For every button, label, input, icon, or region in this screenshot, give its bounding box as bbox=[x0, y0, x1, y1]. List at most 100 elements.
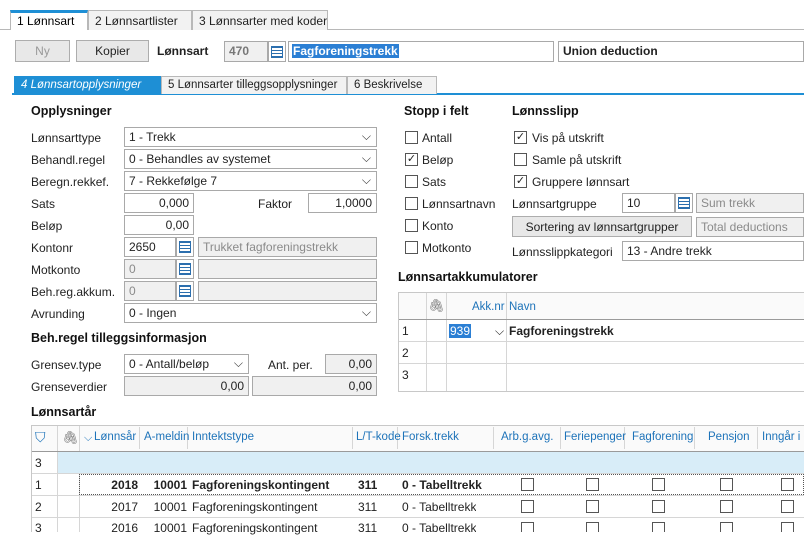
grense2-field[interactable]: 0,00 bbox=[252, 376, 377, 396]
navn-header[interactable]: Navn bbox=[509, 301, 536, 313]
grense1-field[interactable]: 0,00 bbox=[124, 376, 249, 396]
inntektstype-cell[interactable]: Fagforeningskontingent bbox=[192, 500, 352, 514]
stopp-antall-label: Antall bbox=[422, 131, 453, 145]
kontonr-field[interactable]: 2650 bbox=[124, 237, 176, 257]
kontonr-lookup-button[interactable] bbox=[176, 237, 194, 257]
header-feriepenger[interactable]: Feriepenger bbox=[564, 427, 626, 449]
lt-kode-cell[interactable]: 311 bbox=[358, 500, 377, 514]
inngar-checkbox[interactable] bbox=[781, 478, 794, 491]
header-inngar[interactable]: Inngår i g bbox=[762, 427, 804, 449]
list-icon bbox=[678, 197, 690, 209]
header-fagforening[interactable]: Fagforening bbox=[632, 427, 695, 449]
motkonto-field[interactable]: 0 bbox=[124, 259, 176, 279]
stopp-motkonto-checkbox[interactable] bbox=[405, 241, 418, 254]
lonnsart-number-field: 470 bbox=[224, 41, 268, 62]
inngar-checkbox[interactable] bbox=[781, 500, 794, 513]
header-arb-g-avg[interactable]: Arb.g.avg. bbox=[501, 427, 561, 449]
header-a-melding[interactable]: A-meldin bbox=[144, 427, 189, 449]
inntektstype-cell[interactable]: Fagforeningskontingent bbox=[192, 521, 352, 535]
header-lonnsar[interactable]: Lønnsår bbox=[94, 427, 140, 449]
feriepenger-checkbox[interactable] bbox=[586, 500, 599, 513]
behandl-value: 0 - Behandles av systemet bbox=[129, 152, 271, 166]
gruppe-field[interactable]: 10 bbox=[622, 193, 675, 213]
a-melding-cell[interactable]: 10001 bbox=[144, 478, 187, 492]
inngar-checkbox[interactable] bbox=[781, 522, 794, 532]
tab-lonnsart[interactable]: 1 Lønnsart bbox=[10, 10, 88, 30]
stopp-lonnsartnavn-checkbox[interactable] bbox=[405, 197, 418, 210]
tab-lonnsarter-tilleggsopplysninger[interactable]: 5 Lønnsarter tilleggsopplysninger bbox=[161, 76, 347, 94]
gruppere-checkbox[interactable]: ✓ bbox=[514, 175, 527, 188]
row-divider bbox=[32, 517, 804, 518]
feriepenger-checkbox[interactable] bbox=[586, 522, 599, 532]
forsk-trekk-cell[interactable]: 0 - Tabelltrekk bbox=[402, 478, 482, 492]
behreg-lookup-button[interactable] bbox=[176, 281, 194, 301]
forsk-trekk-cell[interactable]: 0 - Tabelltrekk bbox=[402, 500, 476, 514]
akk-nr-header[interactable]: Akk.nr bbox=[472, 301, 505, 313]
lonnsarttype-select[interactable]: 1 - Trekk ⌵ bbox=[124, 127, 377, 147]
stopp-konto-checkbox[interactable] bbox=[405, 219, 418, 232]
lonnsar-cell[interactable]: 2018 bbox=[94, 478, 138, 492]
stopp-motkonto-label: Motkonto bbox=[422, 241, 472, 255]
pensjon-checkbox[interactable] bbox=[720, 478, 733, 491]
header-forsk-trekk[interactable]: Forsk.trekk bbox=[402, 427, 494, 449]
header-lt-kode[interactable]: L/T-kode bbox=[356, 427, 401, 449]
sats-label: Sats bbox=[31, 197, 56, 211]
vis-checkbox[interactable]: ✓ bbox=[514, 131, 527, 144]
antper-field[interactable]: 0,00 bbox=[325, 354, 377, 374]
samle-checkbox[interactable] bbox=[514, 153, 527, 166]
filter-icon[interactable]: ⛉ bbox=[35, 429, 46, 446]
grensev-select[interactable]: 0 - Antall/beløp ⌵ bbox=[124, 354, 249, 374]
stopp-belop-checkbox[interactable]: ✓ bbox=[405, 153, 418, 166]
beregn-select[interactable]: 7 - Rekkefølge 7 ⌵ bbox=[124, 171, 377, 191]
sats-field[interactable]: 0,000 bbox=[124, 193, 194, 213]
fagforening-checkbox[interactable] bbox=[652, 500, 665, 513]
copy-button[interactable]: Kopier bbox=[76, 40, 149, 62]
lt-kode-cell[interactable]: 311 bbox=[358, 521, 377, 535]
forsk-trekk-cell[interactable]: 0 - Tabelltrekk bbox=[402, 521, 476, 535]
tillegg-title: Beh.regel tilleggsinformasjon bbox=[31, 331, 207, 345]
filter-row[interactable] bbox=[58, 452, 804, 473]
lonnsar-cell[interactable]: 2017 bbox=[94, 500, 138, 514]
behandl-select[interactable]: 0 - Behandles av systemet ⌵ bbox=[124, 149, 377, 169]
fagforening-checkbox[interactable] bbox=[652, 478, 665, 491]
motkonto-lookup-button[interactable] bbox=[176, 259, 194, 279]
a-melding-cell[interactable]: 10001 bbox=[144, 521, 187, 535]
kategori-label: Lønnsslippkategori bbox=[512, 245, 613, 259]
header-inntektstype[interactable]: Inntektstype bbox=[192, 427, 353, 449]
faktor-field[interactable]: 1,0000 bbox=[308, 193, 377, 213]
lt-kode-cell[interactable]: 311 bbox=[358, 478, 377, 492]
stopp-sats-checkbox[interactable] bbox=[405, 175, 418, 188]
chevron-down-icon[interactable]: ⌵ bbox=[495, 324, 504, 339]
inntektstype-cell[interactable]: Fagforeningskontingent bbox=[192, 478, 352, 492]
arb-g-avg-checkbox[interactable] bbox=[521, 478, 534, 491]
tab-lonnsarter-med-koder[interactable]: 3 Lønnsarter med koder bbox=[192, 10, 328, 30]
behreg-field[interactable]: 0 bbox=[124, 281, 176, 301]
english-name-field[interactable]: Union deduction bbox=[558, 41, 804, 62]
gruppe-lookup-button[interactable] bbox=[675, 193, 693, 213]
avrunding-select[interactable]: 0 - Ingen ⌵ bbox=[124, 303, 377, 323]
pensjon-checkbox[interactable] bbox=[720, 500, 733, 513]
motkonto-label: Motkonto bbox=[31, 263, 81, 277]
fagforening-checkbox[interactable] bbox=[652, 522, 665, 532]
header-pensjon[interactable]: Pensjon bbox=[708, 427, 758, 449]
feriepenger-checkbox[interactable] bbox=[586, 478, 599, 491]
a-melding-cell[interactable]: 10001 bbox=[144, 500, 187, 514]
sortering-button[interactable]: Sortering av lønnsartgrupper bbox=[512, 216, 692, 237]
lonnsar-cell[interactable]: 2016 bbox=[94, 521, 138, 535]
tab-beskrivelse[interactable]: 6 Beskrivelse bbox=[347, 76, 437, 94]
lonnsart-name-field[interactable]: Fagforeningstrekk bbox=[288, 41, 554, 62]
arb-g-avg-checkbox[interactable] bbox=[521, 522, 534, 532]
tab-lonnsartopplysninger[interactable]: 4 Lønnsartopplysninger bbox=[14, 76, 161, 94]
lonnsart-lookup-button[interactable] bbox=[268, 41, 286, 62]
pensjon-checkbox[interactable] bbox=[720, 522, 733, 532]
stopp-antall-checkbox[interactable] bbox=[405, 131, 418, 144]
sort-desc-icon[interactable]: ⌵ bbox=[84, 432, 92, 445]
new-button[interactable]: Ny bbox=[15, 40, 70, 62]
row-divider bbox=[32, 495, 804, 496]
belop-field[interactable]: 0,00 bbox=[124, 215, 194, 235]
lonnsarttype-label: Lønnsarttype bbox=[31, 131, 102, 145]
tab-lonnsartlister[interactable]: 2 Lønnsartlister bbox=[88, 10, 192, 30]
arb-g-avg-checkbox[interactable] bbox=[521, 500, 534, 513]
akk-nr-field[interactable]: 939 bbox=[449, 324, 472, 338]
kategori-select[interactable]: 13 - Andre trekk bbox=[622, 241, 804, 261]
